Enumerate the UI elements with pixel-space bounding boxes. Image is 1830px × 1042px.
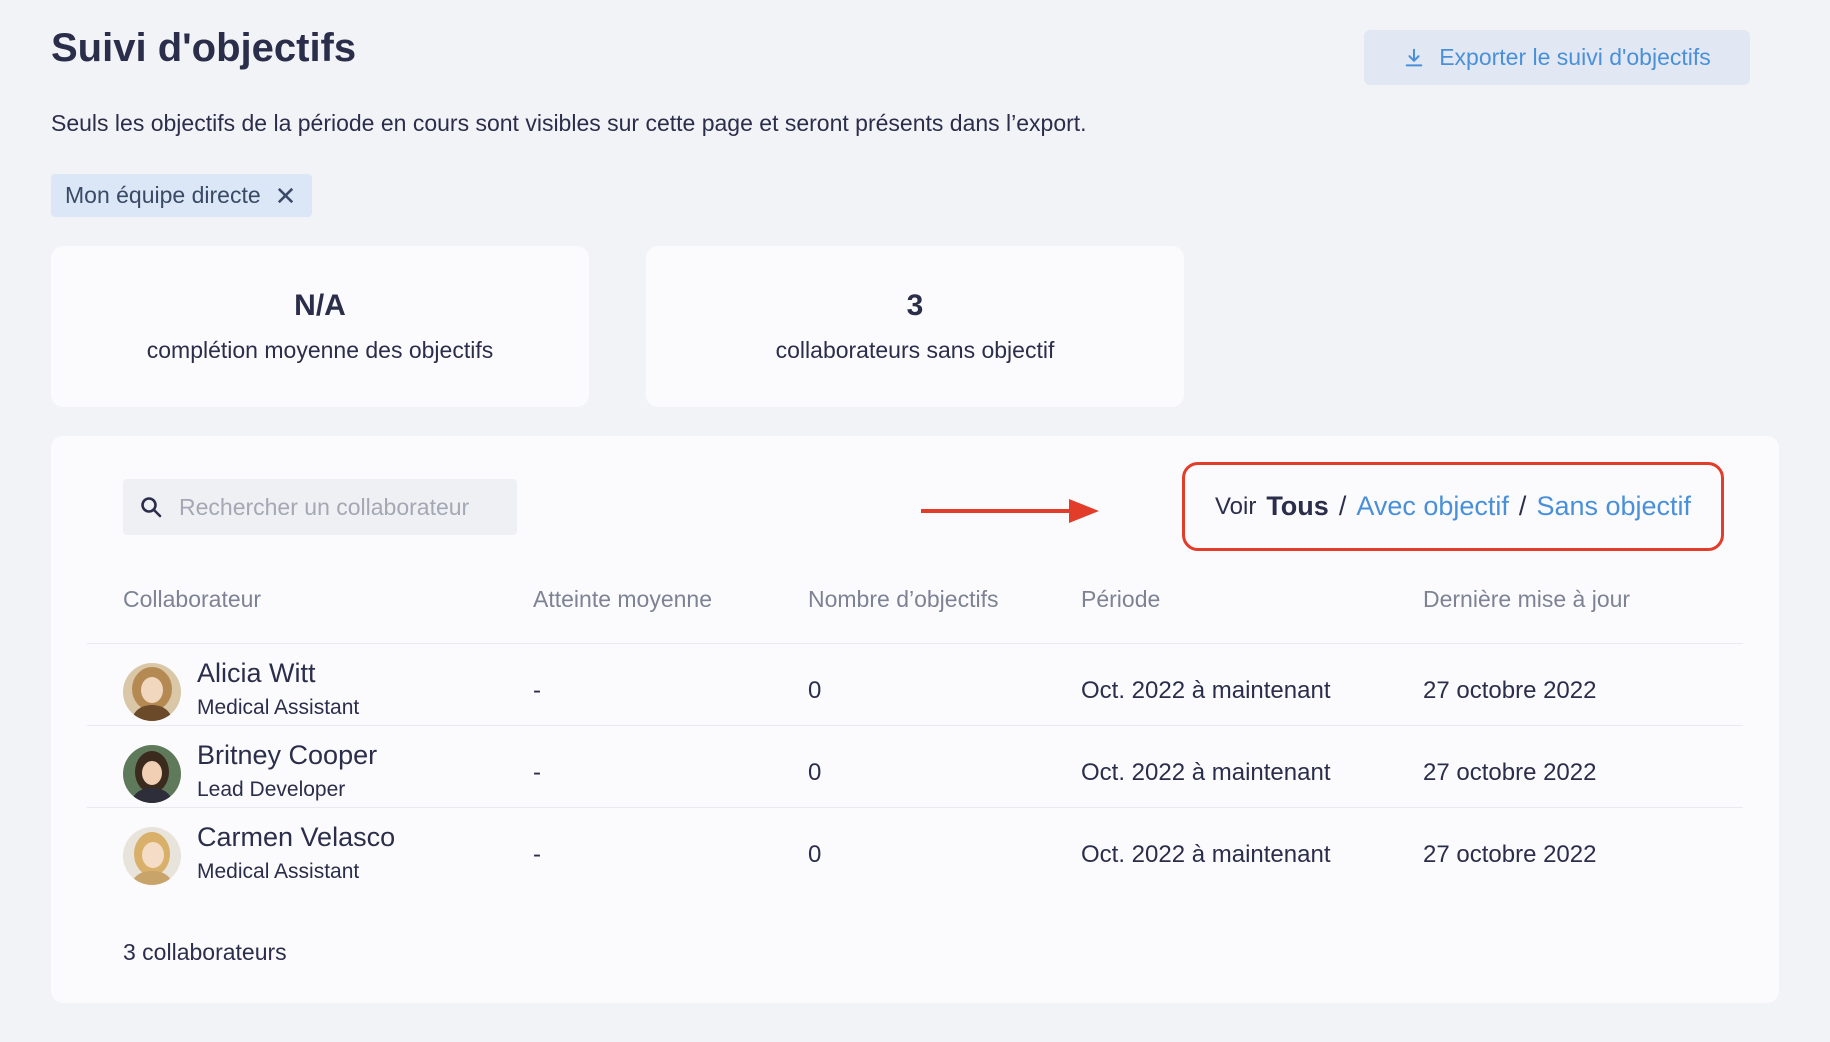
search-icon	[141, 497, 162, 518]
collaborator-role: Medical Assistant	[197, 696, 360, 719]
stat-card-completion: N/A complétion moyenne des objectifs	[51, 246, 589, 407]
view-option-all[interactable]: Tous	[1266, 491, 1329, 522]
stat-label: complétion moyenne des objectifs	[146, 337, 494, 363]
objective-count: 0	[808, 759, 822, 786]
stat-value: N/A	[294, 289, 346, 322]
search-input[interactable]	[179, 493, 509, 521]
view-filter-prefix: Voir	[1214, 492, 1257, 520]
table-header: Collaborateur Atteinte moyenne Nombre d’…	[51, 586, 1779, 622]
average-value: -	[533, 759, 541, 786]
collaborators-panel: Voir Tous / Avec objectif / Sans objecti…	[51, 436, 1779, 1003]
objective-count: 0	[808, 677, 822, 704]
view-separator: /	[1518, 491, 1527, 521]
arrow-right-icon	[921, 499, 1099, 523]
last-update-value: 27 octobre 2022	[1423, 841, 1597, 868]
collaborator-name: Alicia Witt	[197, 658, 316, 688]
search-box[interactable]	[123, 479, 517, 535]
collaborator-name: Carmen Velasco	[197, 822, 396, 852]
period-value: Oct. 2022 à maintenant	[1081, 759, 1331, 786]
stat-value: 3	[906, 289, 924, 322]
column-header-average[interactable]: Atteinte moyenne	[533, 586, 712, 613]
filter-chip-label: Mon équipe directe	[65, 182, 261, 208]
close-icon[interactable]: ✕	[275, 183, 297, 209]
stat-label: collaborateurs sans objectif	[775, 337, 1055, 363]
avatar	[123, 745, 181, 803]
view-filter-toggle: Voir Tous / Avec objectif / Sans objecti…	[1182, 462, 1724, 551]
collaborator-count: 3 collaborateurs	[123, 939, 287, 965]
column-header-count[interactable]: Nombre d’objectifs	[808, 586, 998, 613]
objective-count: 0	[808, 841, 822, 868]
last-update-value: 27 octobre 2022	[1423, 759, 1597, 786]
page-title: Suivi d'objectifs	[51, 26, 357, 70]
table-row[interactable]: Carmen Velasco Medical Assistant - 0 Oct…	[87, 807, 1743, 903]
view-option-without-objective[interactable]: Sans objectif	[1536, 491, 1691, 522]
period-value: Oct. 2022 à maintenant	[1081, 677, 1331, 704]
download-icon	[1405, 48, 1423, 66]
average-value: -	[533, 677, 541, 704]
stat-card-no-objective: 3 collaborateurs sans objectif	[646, 246, 1184, 407]
collaborator-name: Britney Cooper	[197, 740, 378, 770]
view-option-with-objective[interactable]: Avec objectif	[1356, 491, 1509, 522]
view-separator: /	[1338, 491, 1347, 521]
page-subtitle: Seuls les objectifs de la période en cou…	[51, 110, 1087, 136]
avatar	[123, 827, 181, 885]
export-button-label: Exporter le suivi d'objectifs	[1439, 44, 1711, 70]
last-update-value: 27 octobre 2022	[1423, 677, 1597, 704]
collaborator-role: Medical Assistant	[197, 860, 360, 883]
filter-chip-team: Mon équipe directe ✕	[51, 174, 313, 217]
period-value: Oct. 2022 à maintenant	[1081, 841, 1331, 868]
column-header-last-update[interactable]: Dernière mise à jour	[1423, 586, 1630, 613]
column-header-collaborator[interactable]: Collaborateur	[123, 586, 261, 613]
export-button[interactable]: Exporter le suivi d'objectifs	[1364, 30, 1750, 85]
avatar	[123, 663, 181, 721]
collaborator-role: Lead Developer	[197, 778, 346, 801]
column-header-period[interactable]: Période	[1081, 586, 1160, 613]
average-value: -	[533, 841, 541, 868]
